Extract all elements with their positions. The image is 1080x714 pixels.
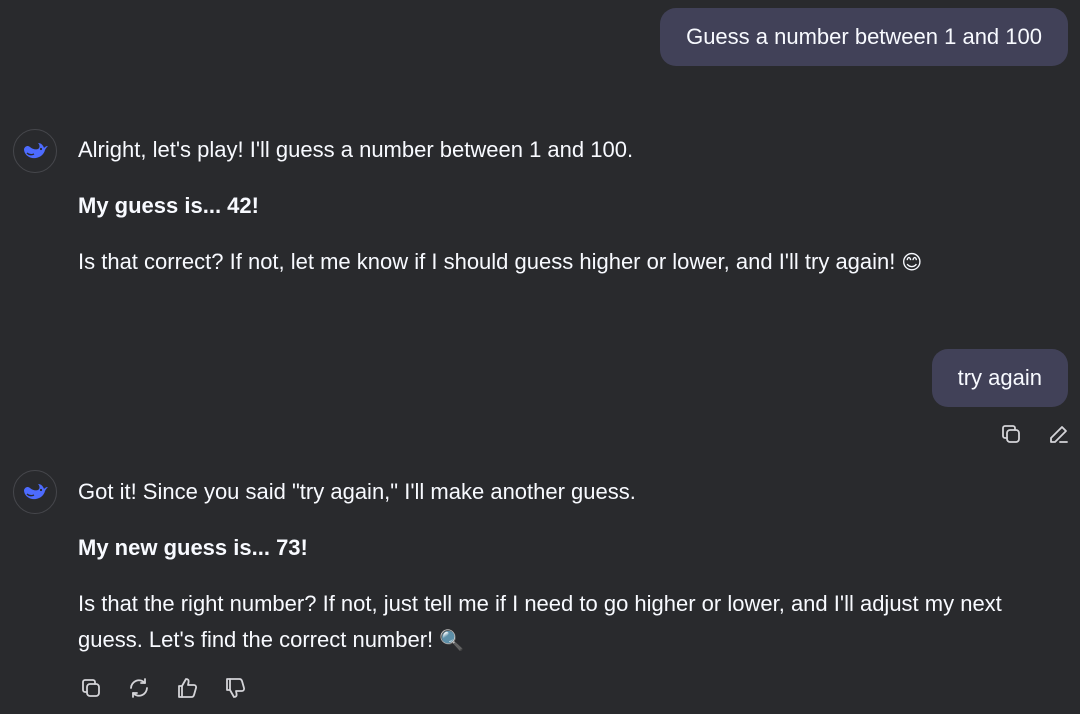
regenerate-icon <box>130 678 148 698</box>
copy-button[interactable] <box>998 421 1024 447</box>
copy-icon <box>1002 425 1020 443</box>
assistant-message-paragraph: Alright, let's play! I'll guess a number… <box>78 137 634 162</box>
thumbs-down-icon <box>226 678 246 698</box>
assistant-message-guess: My guess is... 42! <box>78 193 259 218</box>
assistant-avatar <box>13 129 57 173</box>
copy-button[interactable] <box>78 675 104 701</box>
assistant-message-paragraph: Got it! Since you said "try again," I'll… <box>78 479 636 504</box>
smile-emoji: 😊 <box>901 250 923 274</box>
thumbs-down-button[interactable] <box>222 675 248 701</box>
assistant-message-guess: My new guess is... 73! <box>78 535 308 560</box>
whale-logo-icon <box>24 143 48 159</box>
assistant-message-paragraph: Is that correct? If not, let me know if … <box>78 244 1060 280</box>
assistant-message-text: Is that the right number? If not, just t… <box>78 591 1002 652</box>
magnifier-emoji: 🔍 <box>439 628 465 652</box>
regenerate-button[interactable] <box>126 675 152 701</box>
edit-button[interactable] <box>1046 421 1072 447</box>
user-message: try again <box>931 349 1068 407</box>
assistant-message-paragraph: Is that the right number? If not, just t… <box>78 586 1060 658</box>
thumbs-up-button[interactable] <box>174 675 200 701</box>
chat-conversation: Guess a number between 1 and 100 Alright… <box>0 0 1080 714</box>
assistant-message-actions <box>78 675 248 701</box>
user-message-actions <box>998 421 1072 447</box>
thumbs-up-icon <box>178 678 198 698</box>
user-message: Guess a number between 1 and 100 <box>660 8 1068 66</box>
copy-icon <box>82 679 100 697</box>
whale-logo-icon <box>24 484 48 500</box>
assistant-avatar <box>13 470 57 514</box>
assistant-message-text: Is that correct? If not, let me know if … <box>78 249 896 274</box>
edit-icon <box>1050 426 1068 443</box>
